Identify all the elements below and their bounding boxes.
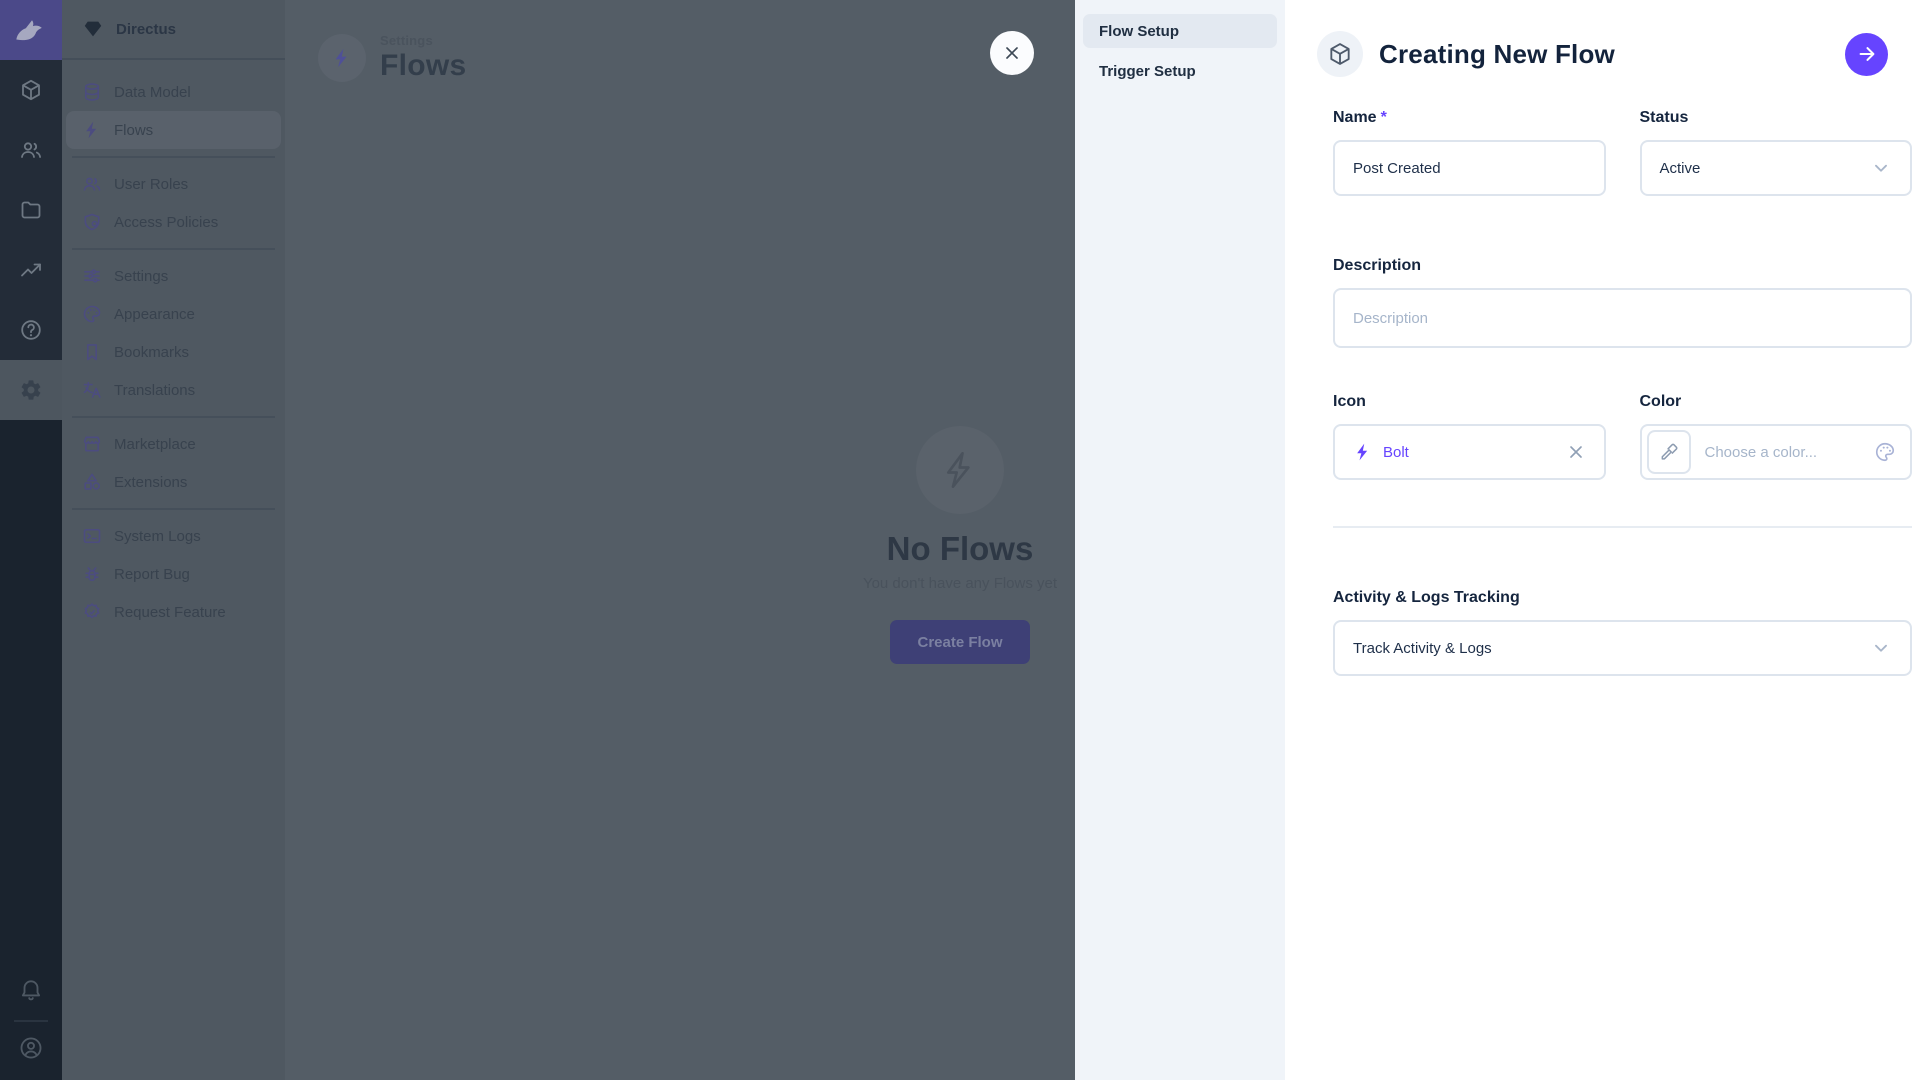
directus-rabbit-logo[interactable] <box>0 0 62 60</box>
nav-divider <box>72 156 275 158</box>
nav-item-settings[interactable]: Settings <box>62 257 285 295</box>
nav-item-extensions[interactable]: Extensions <box>62 463 285 501</box>
module-files-folder-icon[interactable] <box>0 180 62 240</box>
nav-item-bookmarks[interactable]: Bookmarks <box>62 333 285 371</box>
module-settings-gear-icon[interactable] <box>0 360 62 420</box>
terminal-icon <box>82 526 102 546</box>
shield-icon <box>82 212 102 232</box>
nav-item-system-logs[interactable]: System Logs <box>62 517 285 555</box>
module-docs-help-icon[interactable] <box>0 300 62 360</box>
storefront-icon <box>82 434 102 454</box>
nav-item-access-policies[interactable]: Access Policies <box>62 203 285 241</box>
bolt-icon <box>331 47 353 69</box>
description-input[interactable]: Description <box>1333 288 1912 348</box>
bolt-icon <box>1353 442 1373 462</box>
nav-item-marketplace[interactable]: Marketplace <box>62 425 285 463</box>
bolt-icon <box>82 120 102 140</box>
create-flow-button[interactable]: Create Flow <box>890 620 1030 664</box>
color-input[interactable]: Choose a color... <box>1640 424 1913 480</box>
drawer-section-nav: Flow Setup Trigger Setup <box>1075 0 1285 1080</box>
drawer-nav-flow-setup[interactable]: Flow Setup <box>1083 14 1277 48</box>
project-name: Directus <box>116 21 176 38</box>
required-asterisk: * <box>1381 109 1387 126</box>
icon-label: Icon <box>1333 392 1606 412</box>
settings-nav-sidebar: Directus Data Model Flows User Roles Acc… <box>62 0 285 1080</box>
nav-divider <box>72 508 275 510</box>
page-title: Flows <box>380 49 467 83</box>
status-select[interactable]: Active <box>1640 140 1913 196</box>
nav-divider <box>72 248 275 250</box>
page-header: Settings Flows <box>318 33 467 83</box>
flow-cube-icon-badge <box>1317 31 1363 77</box>
chevron-down-icon <box>1870 157 1892 179</box>
nav-item-report-bug[interactable]: Report Bug <box>62 555 285 593</box>
page-bolt-icon-badge[interactable] <box>318 34 366 82</box>
tracking-select[interactable]: Track Activity & Logs <box>1333 620 1912 676</box>
palette-icon[interactable] <box>1874 441 1896 463</box>
icon-select[interactable]: Bolt <box>1333 424 1606 480</box>
module-users-people-icon[interactable] <box>0 120 62 180</box>
people-icon <box>82 174 102 194</box>
next-submit-button[interactable] <box>1845 33 1888 76</box>
user-avatar-icon[interactable] <box>0 1022 62 1074</box>
nav-item-data-model[interactable]: Data Model <box>62 73 285 111</box>
flow-setup-form: Name* Post Created Status Active Descrip… <box>1285 108 1920 676</box>
eyedropper-icon <box>1659 442 1679 462</box>
bookmark-icon <box>82 342 102 362</box>
tracking-label: Activity & Logs Tracking <box>1333 588 1912 608</box>
module-insights-icon[interactable] <box>0 240 62 300</box>
translate-icon <box>82 380 102 400</box>
empty-state-bolt-icon <box>916 426 1004 514</box>
nav-item-user-roles[interactable]: User Roles <box>62 165 285 203</box>
feature-badge-icon <box>82 602 102 622</box>
module-content-box-icon[interactable] <box>0 60 62 120</box>
close-drawer-button[interactable] <box>990 31 1034 75</box>
palette-icon <box>82 304 102 324</box>
flows-page: Settings Flows No Flows You don't have a… <box>285 0 1075 1080</box>
nav-items: Data Model Flows User Roles Access Polic… <box>62 60 285 631</box>
eyedropper-button[interactable] <box>1647 430 1691 474</box>
nav-divider <box>72 416 275 418</box>
nav-item-translations[interactable]: Translations <box>62 371 285 409</box>
module-bar <box>0 0 62 1080</box>
directus-app: Directus Data Model Flows User Roles Acc… <box>0 0 1920 1080</box>
nav-item-appearance[interactable]: Appearance <box>62 295 285 333</box>
nav-item-request-feature[interactable]: Request Feature <box>62 593 285 631</box>
category-icon <box>82 472 102 492</box>
name-input[interactable]: Post Created <box>1333 140 1606 196</box>
nav-item-flows[interactable]: Flows <box>66 111 281 149</box>
form-divider <box>1333 526 1912 528</box>
clear-icon-x[interactable] <box>1566 442 1586 462</box>
status-label: Status <box>1640 108 1913 128</box>
creating-new-flow-drawer: Creating New Flow Name* Post Created Sta… <box>1285 0 1920 1080</box>
bug-icon <box>82 564 102 584</box>
project-header[interactable]: Directus <box>62 0 285 60</box>
drawer-header: Creating New Flow <box>1285 0 1920 108</box>
drawer-nav-trigger-setup[interactable]: Trigger Setup <box>1083 54 1277 88</box>
breadcrumb[interactable]: Settings <box>380 33 467 48</box>
box-icon <box>1327 41 1353 67</box>
project-gem-icon <box>82 18 104 40</box>
drawer-title: Creating New Flow <box>1379 39 1845 70</box>
close-icon <box>1002 43 1022 63</box>
database-icon <box>82 82 102 102</box>
arrow-right-icon <box>1856 43 1878 65</box>
tune-icon <box>82 266 102 286</box>
chevron-down-icon <box>1870 637 1892 659</box>
color-label: Color <box>1640 392 1913 412</box>
description-label: Description <box>1333 256 1912 276</box>
name-label: Name* <box>1333 108 1606 128</box>
notifications-bell-icon[interactable] <box>0 964 62 1016</box>
